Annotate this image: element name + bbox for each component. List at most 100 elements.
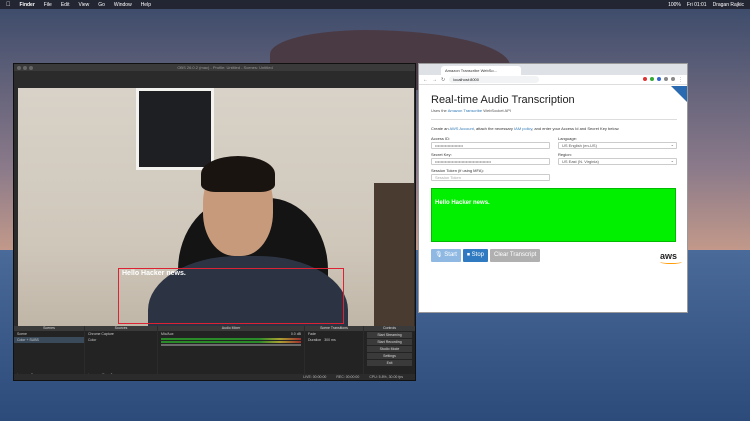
studio-mode-button[interactable]: Studio Mode (367, 346, 412, 352)
obs-window: OBS 26.0.2 (mac) - Profile: Untitled - S… (13, 63, 416, 381)
address-bar[interactable]: localhost:8000 (449, 76, 540, 83)
menu-go[interactable]: Go (98, 2, 105, 8)
menubar-status-area: 100% Fri 01:01 Dragan Rajkic (668, 2, 744, 8)
webcam-person-hair (201, 156, 275, 192)
menu-file[interactable]: File (44, 2, 52, 8)
browser-window: Amazon Transcribe WebSo... ← → ↻ localho… (418, 63, 688, 313)
controls-dock: Controls Start Streaming Start Recording… (364, 326, 415, 380)
start-button[interactable]: 🎙 Start (431, 249, 461, 262)
address-url: localhost:8000 (453, 77, 479, 82)
subtitle-suffix: WebSocket API (483, 108, 511, 113)
forward-icon[interactable]: → (432, 77, 437, 83)
intro-prefix: Create an (431, 126, 449, 131)
extension-icon[interactable] (657, 76, 661, 81)
apple-icon[interactable]:  (6, 2, 11, 8)
language-select[interactable]: US English (en-US) (558, 142, 677, 149)
iam-policy-link[interactable]: IAM policy (514, 126, 532, 131)
clock[interactable]: Fri 01:01 (687, 2, 707, 8)
close-icon[interactable] (17, 65, 21, 70)
menu-view[interactable]: View (78, 2, 89, 8)
menu-icon[interactable]: ⋮ (678, 77, 683, 83)
mixer-channel-level: 0.0 dB (290, 332, 301, 336)
transcript-area[interactable]: Hello Hacker news. (431, 188, 676, 242)
region-select[interactable]: US East (N. Virginia) (558, 158, 677, 165)
credentials-form: Access ID: •••••••••••••••••••• Language… (431, 136, 677, 184)
browser-toolbar: ← → ↻ localhost:8000 ⋮ (419, 75, 687, 85)
page-subtitle: Uses the Amazon Transcribe WebSocket API (431, 108, 677, 113)
duration-label: Duration (308, 338, 322, 342)
source-item[interactable]: Color (85, 337, 157, 343)
browser-tab[interactable]: Amazon Transcribe WebSo... (441, 66, 521, 75)
rec-time: REC: 00:00:00 (336, 375, 360, 379)
session-token-label: Session Token (if using MFA): (431, 168, 484, 173)
mixer-channel-name: Mic/Aux (161, 332, 174, 336)
secret-key-field: Secret Key: ••••••••••••••••••••••••••••… (431, 152, 550, 168)
duration-row: Duration 300 ms (305, 337, 363, 343)
cpu-fps: CPU: 5.8%, 30.00 fps (369, 375, 403, 379)
exit-button[interactable]: Exit (367, 360, 412, 366)
start-streaming-button[interactable]: Start Streaming (367, 332, 412, 338)
access-id-field: Access ID: •••••••••••••••••••• (431, 136, 550, 152)
language-label: Language: (558, 136, 577, 141)
controls-header: Controls (364, 326, 415, 331)
clear-transcript-button[interactable]: Clear Transcript (490, 249, 541, 262)
browser-tabstrip: Amazon Transcribe WebSo... (419, 64, 687, 75)
sources-dock: Sources Chrome Capture Color + − ⚙ ⌃ ⌄ (85, 326, 157, 380)
scene-item[interactable]: Color + SUBS (14, 337, 84, 343)
profile-icon[interactable] (671, 76, 675, 81)
menu-window[interactable]: Window (114, 2, 132, 8)
extension-icon[interactable] (643, 76, 647, 81)
duration-input[interactable]: 300 ms (324, 338, 335, 342)
transcript-text: Hello Hacker news. (435, 200, 490, 206)
obs-window-title: OBS 26.0.2 (mac) - Profile: Untitled - S… (177, 65, 273, 70)
zoom-icon[interactable] (29, 65, 33, 70)
user-name[interactable]: Dragan Rajkic (713, 2, 744, 8)
github-corner-icon[interactable] (671, 86, 687, 104)
aws-smile-icon (659, 260, 682, 264)
language-field: Language: US English (en-US) (558, 136, 677, 152)
aws-account-link[interactable]: AWS Account (449, 126, 473, 131)
subtitle-prefix: Uses the (431, 108, 447, 113)
stop-button-label: Stop (471, 252, 484, 258)
session-token-placeholder: Session Token (435, 175, 461, 180)
reload-icon[interactable]: ↻ (441, 77, 445, 83)
back-icon[interactable]: ← (423, 77, 428, 83)
access-id-label: Access ID: (431, 136, 451, 141)
divider (431, 119, 677, 120)
page-content: Real-time Audio Transcription Uses the A… (419, 86, 687, 312)
start-button-label: Start (444, 252, 457, 258)
access-id-input[interactable]: •••••••••••••••••••• (431, 142, 550, 149)
microphone-icon: 🎙 (435, 252, 443, 258)
intro-suffix: , and enter your Access Id and Secret Ke… (532, 126, 620, 131)
stop-button[interactable]: ⏹ Stop (462, 249, 488, 262)
start-recording-button[interactable]: Start Recording (367, 339, 412, 345)
volume-slider[interactable] (161, 344, 301, 346)
minimize-icon[interactable] (23, 65, 27, 70)
menu-edit[interactable]: Edit (61, 2, 70, 8)
obs-statusbar: LIVE: 00:00:00 REC: 00:00:00 CPU: 5.8%, … (14, 374, 415, 380)
aws-logo: aws (659, 251, 682, 264)
mixer-channel: Mic/Aux 0.0 dB (158, 331, 304, 337)
menubar:  Finder File Edit View Go Window Help 1… (0, 0, 750, 9)
tab-title: Amazon Transcribe WebSo... (445, 68, 497, 73)
settings-button[interactable]: Settings (367, 353, 412, 359)
overlay-caption: Hello Hacker news. (122, 270, 186, 277)
volume-meter (161, 338, 301, 340)
session-token-field: Session Token (if using MFA): Session To… (431, 168, 550, 184)
volume-meter (161, 341, 301, 343)
page-title: Real-time Audio Transcription (431, 94, 575, 106)
menu-help[interactable]: Help (141, 2, 151, 8)
session-token-input[interactable]: Session Token (431, 174, 550, 181)
extension-icon[interactable] (664, 76, 668, 81)
secret-key-input[interactable]: •••••••••••••••••••••••••••••••••••••••• (431, 158, 550, 165)
menubar-app-name[interactable]: Finder (20, 2, 35, 8)
stop-icon: ⏹ (466, 252, 470, 258)
amazon-transcribe-link[interactable]: Amazon Transcribe (448, 108, 482, 113)
obs-titlebar[interactable]: OBS 26.0.2 (mac) - Profile: Untitled - S… (14, 64, 415, 71)
action-buttons: 🎙 Start ⏹ Stop Clear Transcript aws (431, 249, 682, 264)
battery-percent[interactable]: 100% (668, 2, 681, 8)
extension-icon[interactable] (650, 76, 654, 81)
secret-key-label: Secret Key: (431, 152, 452, 157)
scenes-dock: Scenes Scene Color + SUBS + − ⌃ ⌄ (14, 326, 84, 380)
audio-mixer-dock: Audio Mixer Mic/Aux 0.0 dB (158, 326, 304, 380)
